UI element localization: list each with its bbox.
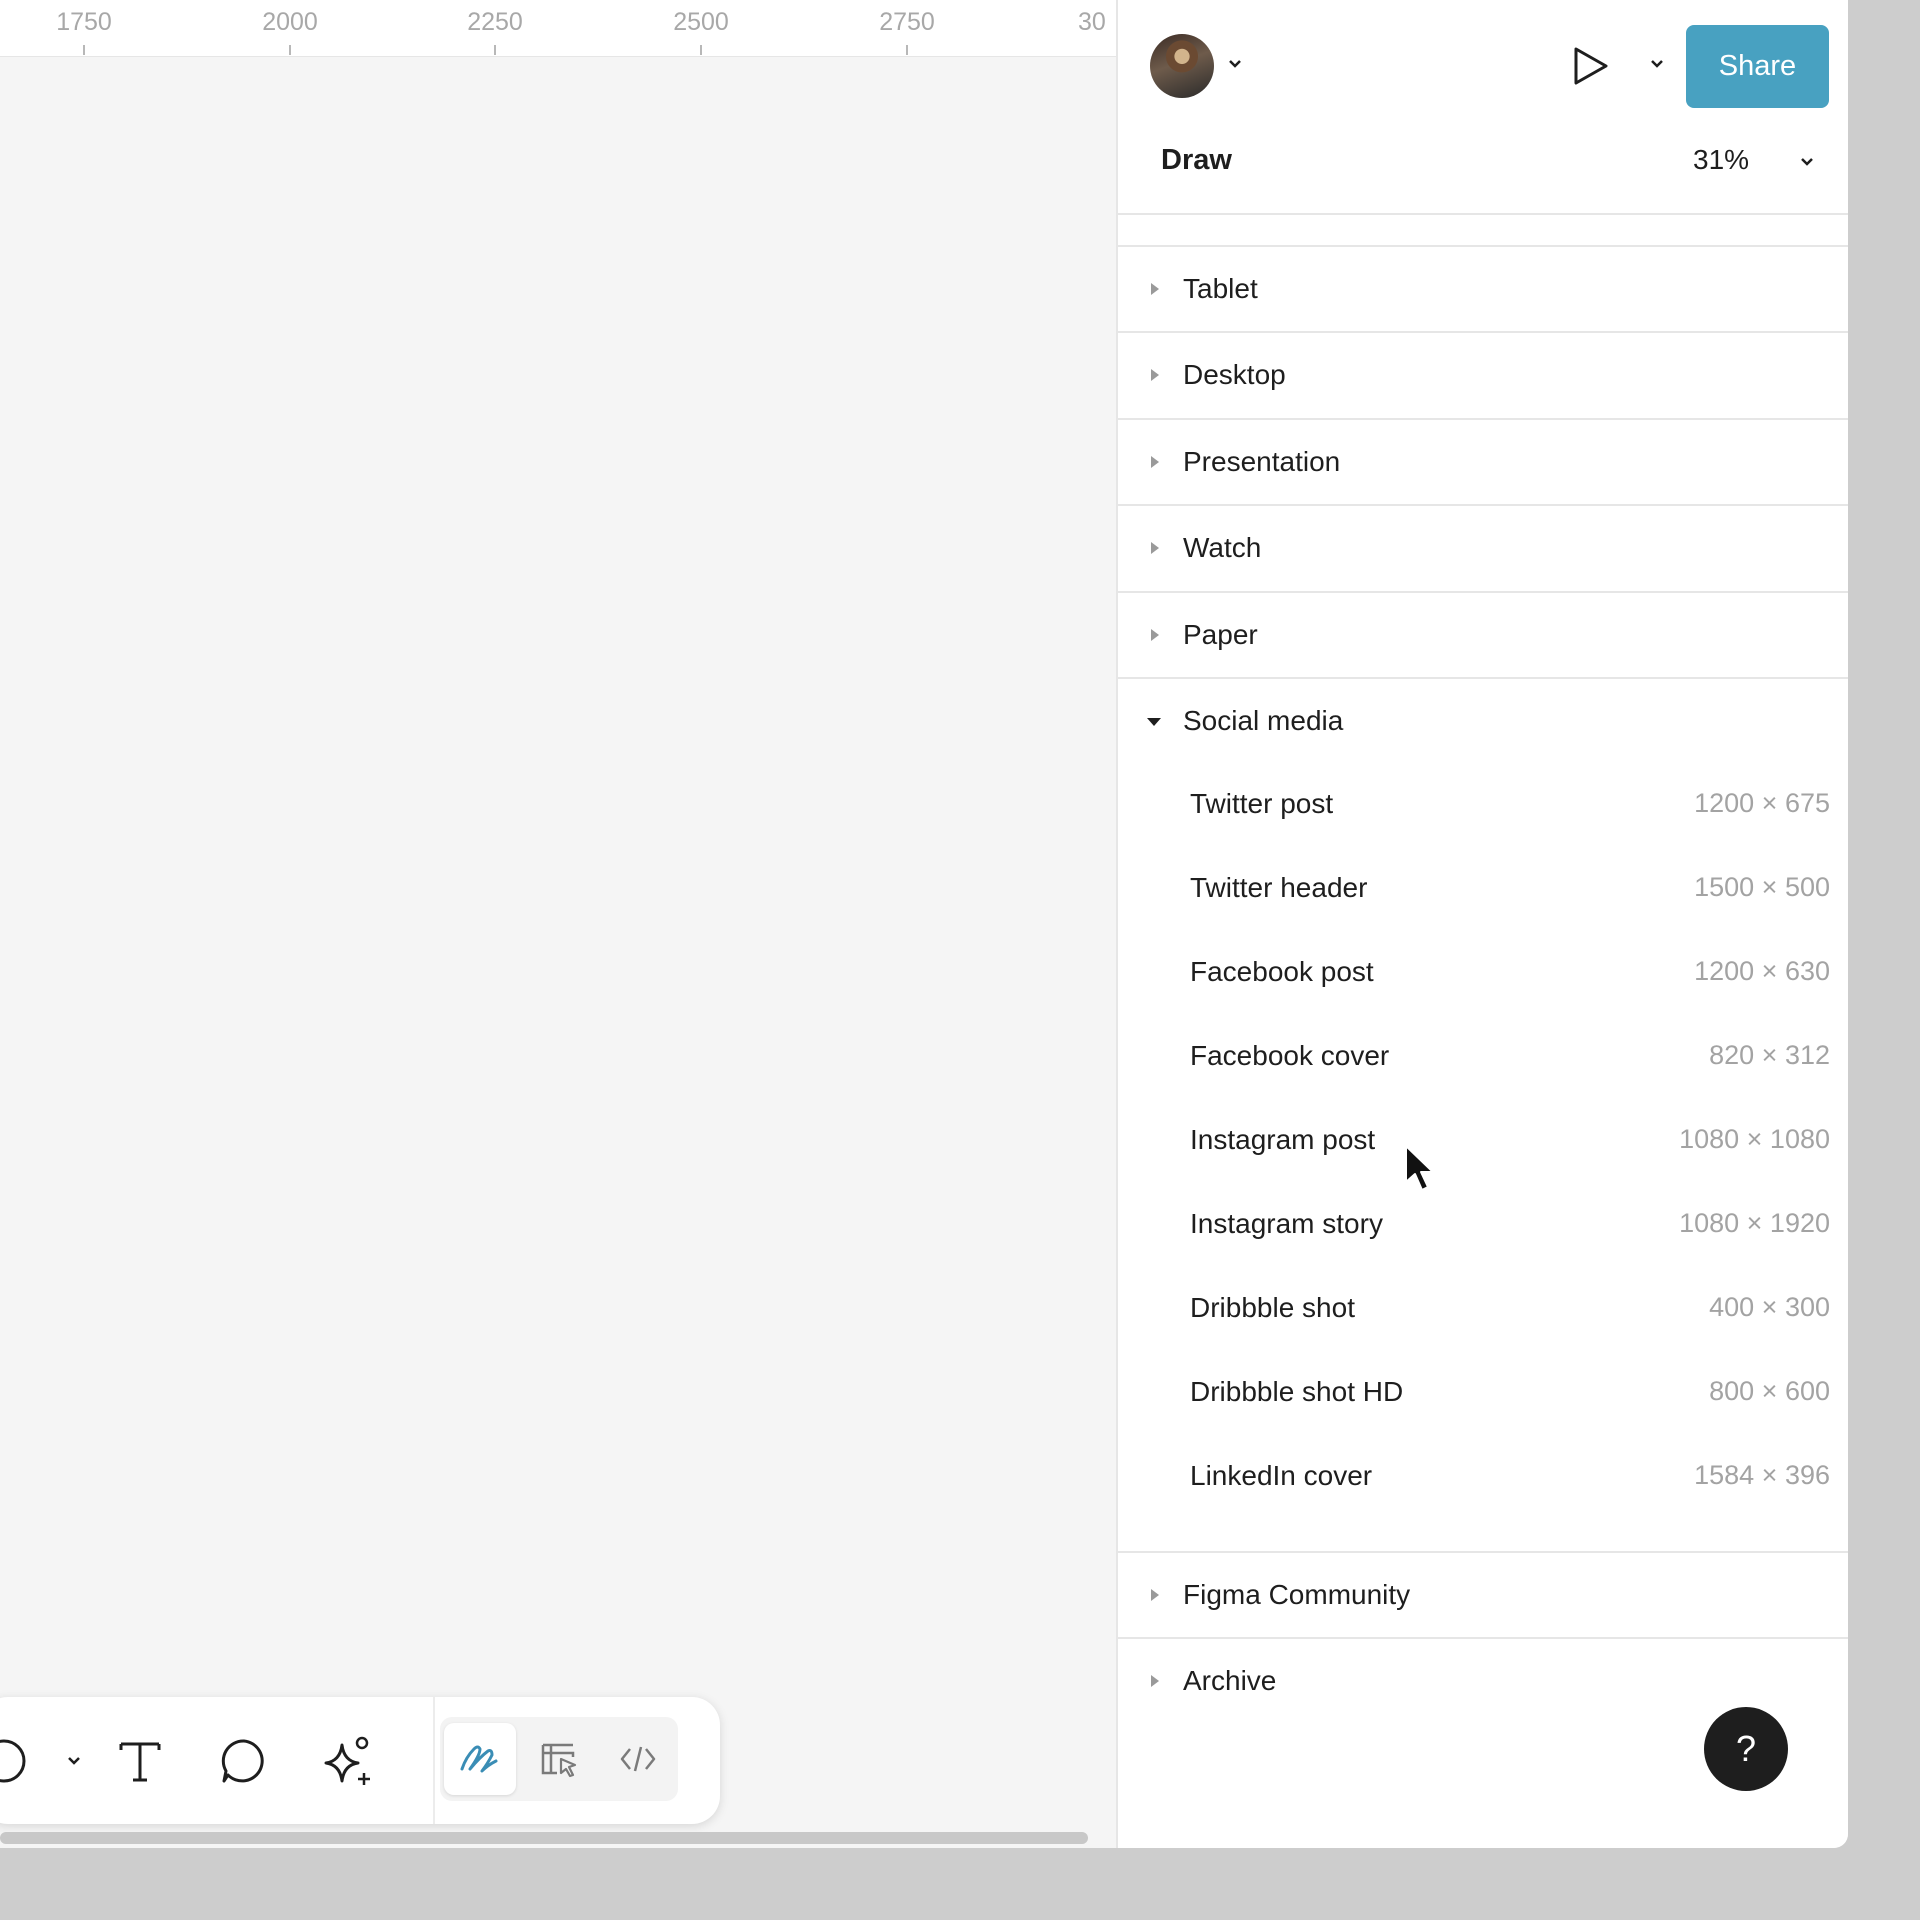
draw-mode-icon[interactable] <box>444 1723 516 1795</box>
ruler-tick: 1750 <box>24 8 144 55</box>
avatar[interactable] <box>1150 34 1214 98</box>
chevron-down-icon[interactable] <box>1649 57 1665 75</box>
horizontal-scrollbar[interactable] <box>0 1832 1088 1844</box>
right-panel: Share Draw 31% Tablet Desktop Presentati… <box>1116 0 1848 1848</box>
ellipse-icon[interactable] <box>0 1731 40 1791</box>
horizontal-ruler: 1750 2000 2250 2500 2750 30 <box>0 0 1116 57</box>
caret-right-icon <box>1151 369 1159 381</box>
share-button[interactable]: Share <box>1686 25 1829 108</box>
ruler-tick: 2000 <box>230 8 350 55</box>
text-icon[interactable] <box>110 1731 170 1791</box>
caret-down-icon <box>1147 718 1161 726</box>
dev-mode-icon[interactable] <box>602 1723 674 1795</box>
ruler-tick: 30 <box>1078 8 1106 36</box>
section-watch[interactable]: Watch <box>1118 504 1848 590</box>
chevron-down-icon[interactable] <box>1227 57 1243 75</box>
preset-item[interactable]: LinkedIn cover 1584 × 396 <box>1118 1436 1848 1520</box>
preset-item[interactable]: Facebook post 1200 × 630 <box>1118 932 1848 1016</box>
section-desktop[interactable]: Desktop <box>1118 331 1848 417</box>
preset-item[interactable]: Twitter header 1500 × 500 <box>1118 848 1848 932</box>
section-presentation[interactable]: Presentation <box>1118 418 1848 504</box>
caret-right-icon <box>1151 1589 1159 1601</box>
header-divider <box>1118 213 1848 215</box>
caret-right-icon <box>1151 542 1159 554</box>
preset-item[interactable]: Instagram post 1080 × 1080 <box>1118 1100 1848 1184</box>
ruler-tick: 2500 <box>641 8 761 55</box>
caret-right-icon <box>1151 629 1159 641</box>
figma-window: 1750 2000 2250 2500 2750 30 Share Draw 3… <box>0 0 1848 1848</box>
caret-right-icon <box>1151 456 1159 468</box>
comment-icon[interactable] <box>214 1731 274 1791</box>
preset-item[interactable]: Twitter post 1200 × 675 <box>1118 764 1848 848</box>
caret-right-icon <box>1151 283 1159 295</box>
preset-item[interactable]: Instagram story 1080 × 1920 <box>1118 1184 1848 1268</box>
preset-item[interactable]: Dribbble shot 400 × 300 <box>1118 1268 1848 1352</box>
help-button[interactable]: ? <box>1704 1707 1788 1791</box>
ruler-tick: 2250 <box>435 8 555 55</box>
zoom-level[interactable]: 31% <box>1693 144 1749 176</box>
bottom-toolbar <box>0 1697 720 1824</box>
design-mode-icon[interactable] <box>523 1723 595 1795</box>
chevron-down-icon[interactable] <box>1799 155 1815 173</box>
toolbar-divider <box>433 1697 435 1824</box>
ai-sparkle-icon[interactable] <box>318 1731 378 1791</box>
ruler-tick: 2750 <box>847 8 967 55</box>
canvas[interactable]: 1750 2000 2250 2500 2750 30 <box>0 0 1116 1848</box>
section-archive[interactable]: Archive <box>1118 1637 1848 1717</box>
mode-label: Draw <box>1161 144 1232 176</box>
section-social-media[interactable]: Social media <box>1118 677 1848 763</box>
play-icon[interactable] <box>1570 45 1610 92</box>
section-paper[interactable]: Paper <box>1118 591 1848 677</box>
section-tablet[interactable]: Tablet <box>1118 245 1848 331</box>
preset-item[interactable]: Dribbble shot HD 800 × 600 <box>1118 1352 1848 1436</box>
preset-item[interactable]: Facebook cover 820 × 312 <box>1118 1016 1848 1100</box>
section-figma-community[interactable]: Figma Community <box>1118 1551 1848 1637</box>
mode-switcher <box>440 1717 678 1801</box>
caret-right-icon <box>1151 1675 1159 1687</box>
chevron-down-icon[interactable] <box>64 1753 84 1769</box>
mouse-cursor-icon <box>1403 1144 1437 1201</box>
